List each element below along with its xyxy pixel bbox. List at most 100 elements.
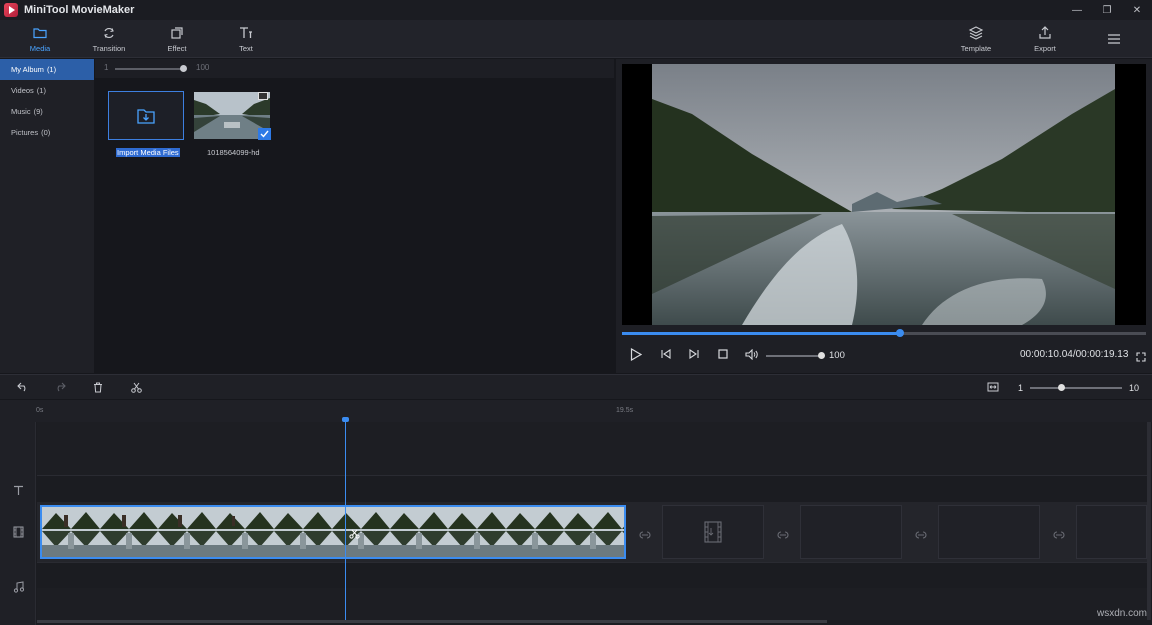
app-window: MiniTool MovieMaker — ❐ ✕ Media Transiti…: [0, 0, 1152, 625]
empty-clip-slot-1[interactable]: [662, 505, 764, 559]
media-clip-name: 1018564099-hd: [207, 148, 260, 157]
tab-media[interactable]: Media: [10, 20, 70, 58]
transition-link-icon: [776, 530, 790, 540]
export-button[interactable]: Export: [1015, 20, 1075, 58]
hamburger-menu-icon: [1106, 31, 1122, 47]
minimize-icon[interactable]: —: [1062, 0, 1092, 20]
album-label: Music: [11, 107, 31, 116]
timeline-horizontal-scrollbar[interactable]: [37, 620, 827, 623]
music-track-lower[interactable]: [37, 588, 1147, 620]
seek-handle[interactable]: [896, 329, 904, 337]
tab-effect-label: Effect: [167, 44, 186, 53]
app-logo-icon: [4, 3, 18, 17]
timeline-vertical-scrollbar[interactable]: [1147, 422, 1151, 620]
track-header-column: [0, 422, 36, 625]
text-track-icon: [10, 482, 26, 498]
window-controls: — ❐ ✕: [1062, 0, 1152, 20]
transition-slot-3[interactable]: [914, 527, 928, 537]
album-count: (1): [47, 65, 56, 74]
lake-video-frame: [622, 64, 1146, 325]
album-my-album[interactable]: My Album(1): [0, 59, 94, 80]
timeline-zoom-handle[interactable]: [1058, 384, 1065, 391]
text-icon: [238, 25, 254, 41]
volume-button[interactable]: [743, 346, 759, 362]
split-button[interactable]: [128, 379, 144, 395]
ruler-label-mid: 19.5s: [616, 407, 633, 414]
template-label: Template: [961, 44, 991, 53]
volume-slider[interactable]: [766, 355, 822, 357]
checkmark-icon[interactable]: [258, 128, 271, 140]
stop-button[interactable]: [715, 346, 731, 362]
app-title: MiniTool MovieMaker: [24, 4, 134, 16]
thumbnail-size-slider[interactable]: [115, 68, 183, 70]
transition-slot-2[interactable]: [776, 527, 790, 537]
timeline-ruler[interactable]: 0s 19.5s: [0, 400, 1152, 422]
tab-media-label: Media: [30, 44, 50, 53]
redo-button[interactable]: [52, 379, 68, 395]
overlay-track[interactable]: [37, 422, 1147, 475]
thumb-size-min: 1: [104, 63, 108, 72]
tab-text-label: Text: [239, 44, 253, 53]
album-pictures[interactable]: Pictures(0): [0, 122, 94, 143]
tab-effect[interactable]: Effect: [147, 20, 207, 58]
video-player[interactable]: [622, 64, 1146, 325]
scissors-icon: [131, 382, 142, 393]
thumb-size-max: 100: [196, 63, 209, 72]
media-library: 1 100 Import Media Files: [95, 59, 614, 373]
transition-link-icon: [914, 530, 928, 540]
playhead-handle[interactable]: [342, 417, 349, 422]
export-label: Export: [1034, 44, 1056, 53]
text-track[interactable]: [37, 476, 1147, 502]
fit-timeline-button[interactable]: [985, 379, 1001, 395]
redo-icon: [54, 382, 66, 392]
empty-clip-slot-2[interactable]: [800, 505, 902, 559]
close-icon[interactable]: ✕: [1122, 0, 1152, 20]
album-label: Videos: [11, 86, 34, 95]
timeline-zoom-slider[interactable]: [1030, 387, 1122, 389]
thumbnail-size-handle[interactable]: [180, 65, 187, 72]
next-frame-button[interactable]: [686, 346, 702, 362]
album-label: Pictures: [11, 128, 38, 137]
seek-bar[interactable]: [622, 332, 1146, 335]
delete-button[interactable]: [90, 379, 106, 395]
play-button[interactable]: [628, 346, 644, 362]
play-icon: [630, 348, 642, 361]
fullscreen-button[interactable]: [1136, 349, 1146, 367]
export-icon: [1037, 25, 1053, 41]
menu-button[interactable]: [1084, 20, 1144, 58]
previous-frame-button[interactable]: [657, 346, 673, 362]
tab-text[interactable]: Text: [216, 20, 276, 58]
import-media-button[interactable]: [108, 91, 184, 140]
transition-icon: [101, 25, 117, 41]
tab-transition-label: Transition: [93, 44, 126, 53]
album-videos[interactable]: Videos(1): [0, 80, 94, 101]
zoom-max-label: 10: [1129, 383, 1139, 393]
import-media-label[interactable]: Import Media Files: [116, 148, 180, 157]
thumbnail-size-bar: 1 100: [95, 59, 614, 78]
layers-icon: [968, 25, 984, 41]
clip-filmstrip: [42, 507, 624, 557]
template-button[interactable]: Template: [946, 20, 1006, 58]
empty-clip-slot-3[interactable]: [938, 505, 1040, 559]
ruler-label-start: 0s: [36, 407, 43, 414]
undo-icon: [17, 382, 29, 392]
volume-handle[interactable]: [818, 352, 825, 359]
empty-clip-slot-4[interactable]: [1076, 505, 1147, 559]
tab-transition[interactable]: Transition: [79, 20, 139, 58]
transition-slot-4[interactable]: [1052, 527, 1066, 537]
music-track[interactable]: [37, 563, 1147, 588]
restore-icon[interactable]: ❐: [1092, 0, 1122, 20]
playhead[interactable]: [345, 419, 346, 620]
timeline-toolbar: 1 10: [0, 374, 1152, 399]
import-folder-icon: [136, 107, 156, 125]
undo-button[interactable]: [15, 379, 31, 395]
music-track-icon: [10, 579, 26, 595]
timeline-video-clip[interactable]: [40, 505, 626, 559]
stop-icon: [718, 349, 728, 359]
main-toolbar: Media Transition Effect Text Template Ex…: [0, 20, 1152, 58]
trash-icon: [93, 382, 103, 393]
step-forward-icon: [689, 349, 700, 359]
album-music[interactable]: Music(9): [0, 101, 94, 122]
transition-slot-1[interactable]: [638, 527, 652, 537]
transition-link-icon: [1052, 530, 1066, 540]
